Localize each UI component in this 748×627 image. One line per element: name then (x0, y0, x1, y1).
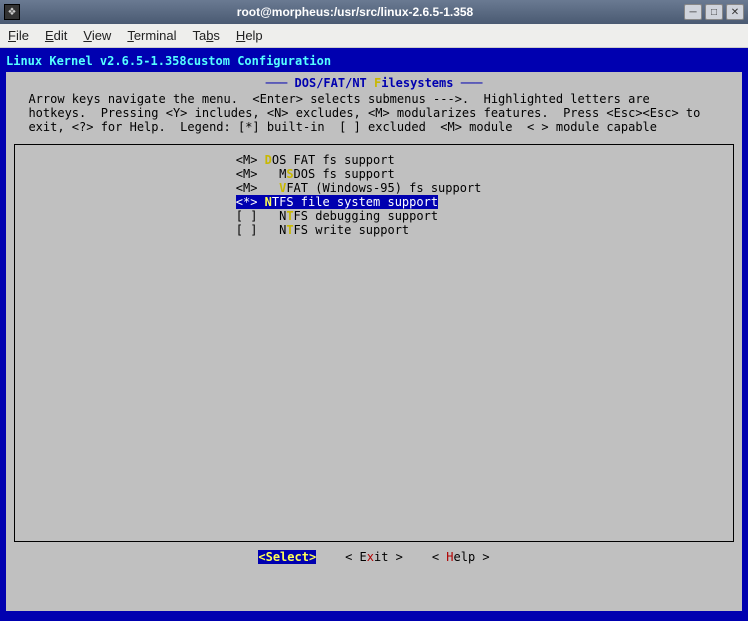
section-title: ─── DOS/FAT/NT Filesystems ─── (14, 76, 734, 90)
window-titlebar: ❖ root@morpheus:/usr/src/linux-2.6.5-1.3… (0, 0, 748, 24)
maximize-button[interactable]: □ (705, 4, 723, 20)
option-ntfs-selected[interactable]: <*> NTFS file system support (19, 195, 729, 209)
close-button[interactable]: ✕ (726, 4, 744, 20)
window-controls: ─ □ ✕ (684, 4, 744, 20)
select-button[interactable]: <Select> (258, 550, 316, 564)
menu-tabs[interactable]: Tabs (192, 28, 219, 43)
menu-file[interactable]: File (8, 28, 29, 43)
option-ntfs-write[interactable]: [ ] NTFS write support (19, 223, 729, 237)
kernel-config-title: Linux Kernel v2.6.5-1.358custom Configur… (6, 52, 742, 72)
menubar: File Edit View Terminal Tabs Help (0, 24, 748, 48)
menu-edit[interactable]: Edit (45, 28, 67, 43)
menu-view[interactable]: View (83, 28, 111, 43)
exit-button[interactable]: < Exit > (345, 550, 403, 564)
section-dash-right: ─── (453, 76, 482, 90)
section-dash-left: ─── (266, 76, 295, 90)
menu-help[interactable]: Help (236, 28, 263, 43)
window-title: root@morpheus:/usr/src/linux-2.6.5-1.358 (26, 5, 684, 19)
option-msdos[interactable]: <M> MSDOS fs support (19, 167, 729, 181)
option-vfat[interactable]: <M> VFAT (Windows-95) fs support (19, 181, 729, 195)
option-ntfs-debug[interactable]: [ ] NTFS debugging support (19, 209, 729, 223)
minimize-button[interactable]: ─ (684, 4, 702, 20)
options-list: <M> DOS FAT fs support <M> MSDOS fs supp… (14, 144, 734, 542)
menuconfig-dialog: ─── DOS/FAT/NT Filesystems ─── Arrow key… (6, 72, 742, 611)
help-text: Arrow keys navigate the menu. <Enter> se… (14, 92, 734, 134)
window-bottom-border (0, 621, 748, 627)
section-title-post: ilesystems (381, 76, 453, 90)
terminal-icon: ❖ (4, 4, 20, 20)
option-dos-fat[interactable]: <M> DOS FAT fs support (19, 153, 729, 167)
terminal-area[interactable]: Linux Kernel v2.6.5-1.358custom Configur… (0, 48, 748, 621)
section-title-pre: DOS/FAT/NT (295, 76, 374, 90)
menu-terminal[interactable]: Terminal (127, 28, 176, 43)
help-button[interactable]: < Help > (432, 550, 490, 564)
dialog-buttons: <Select> < Exit > < Help > (14, 550, 734, 564)
